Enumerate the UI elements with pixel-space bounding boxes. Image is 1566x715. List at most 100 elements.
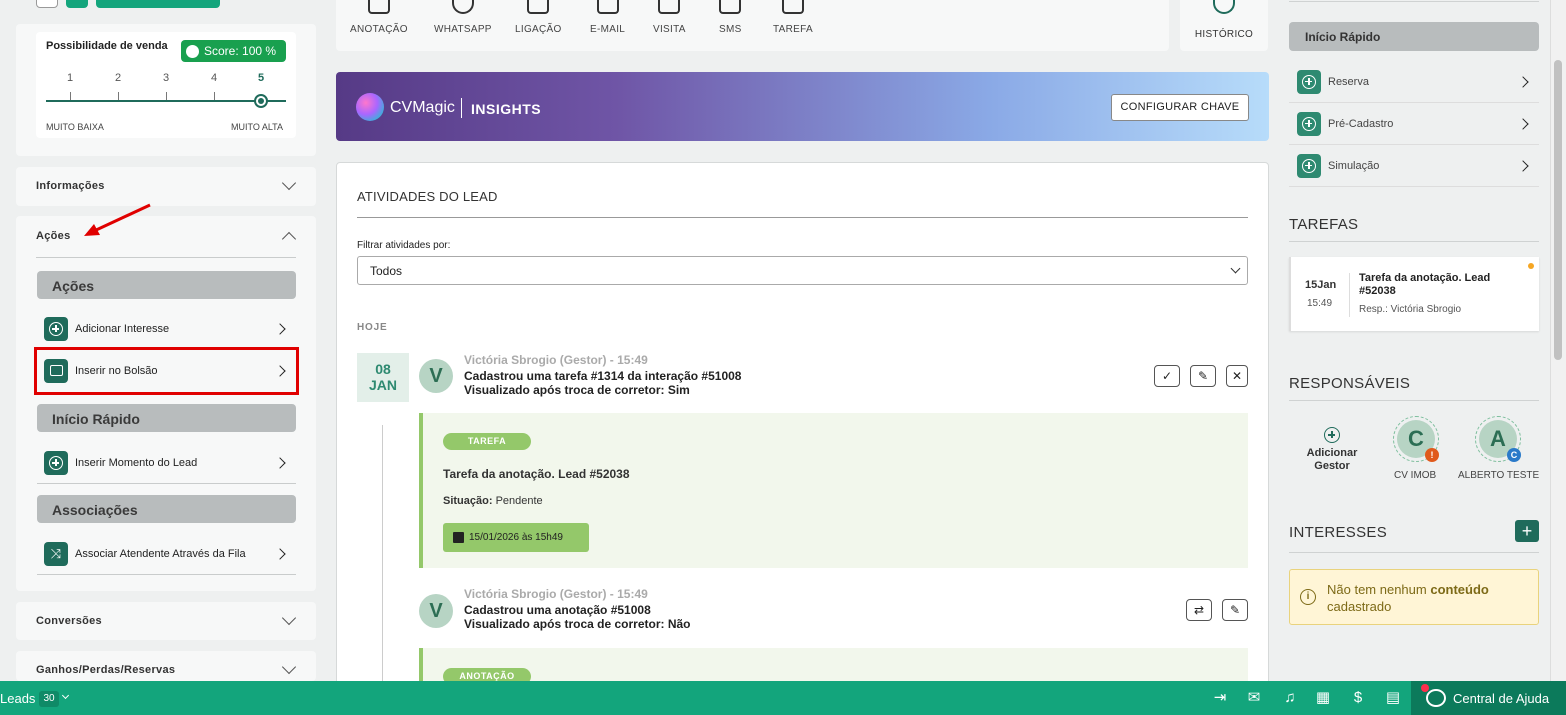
smile-icon xyxy=(186,44,199,58)
tool-whatsapp[interactable]: WHATSAPP xyxy=(434,0,492,35)
pre-cadastro-action[interactable]: Pré-Cadastro xyxy=(1289,103,1539,145)
chevron-right-icon xyxy=(274,457,286,469)
annotation-arrow xyxy=(84,203,151,236)
history-label: HISTÓRICO xyxy=(1194,29,1254,40)
assoc-attendant-action[interactable]: ⤨ Associar Atendente Através da Fila xyxy=(37,534,296,575)
cvmagic-logo-icon xyxy=(356,93,384,121)
history-button[interactable]: HISTÓRICO xyxy=(1180,0,1268,51)
task-due-badge: 15/01/2026 às 15h49 xyxy=(443,523,589,552)
filter-select[interactable]: Todos xyxy=(357,256,1248,285)
mail-star-icon[interactable]: ✉ xyxy=(1245,690,1263,706)
scale-2: 2 xyxy=(115,72,122,84)
calculator-icon[interactable]: ▤ xyxy=(1384,690,1402,706)
close-button[interactable]: ✕ xyxy=(1226,365,1248,387)
edit-button[interactable]: ✎ xyxy=(1222,599,1248,621)
group-acoes-header: Ações xyxy=(37,271,296,299)
responsible-name-alberto: ALBERTO TESTE xyxy=(1458,470,1540,481)
exit-icon[interactable]: ⇥ xyxy=(1211,690,1229,706)
low-label: MUITO BAIXA xyxy=(46,122,104,132)
envelope-icon xyxy=(596,0,619,14)
chevron-down-icon xyxy=(281,175,297,191)
chat-icon xyxy=(719,0,742,14)
tool-email[interactable]: E-MAIL xyxy=(590,0,625,35)
score-badge: Score: 100 % xyxy=(181,40,286,62)
add-interest-button[interactable]: + xyxy=(1515,520,1539,542)
leads-label[interactable]: Leads xyxy=(0,691,35,706)
group-assoc-header: Associações xyxy=(37,495,296,523)
leads-count[interactable]: 30 xyxy=(39,691,59,707)
repeat-button[interactable]: ⇄ xyxy=(1186,599,1212,621)
activity2-line1: Cadastrou uma anotação #51008 xyxy=(464,603,651,617)
scale-thumb[interactable] xyxy=(254,94,268,108)
c-badge-icon: C xyxy=(1507,448,1521,462)
dollar-icon[interactable]: $ xyxy=(1349,690,1367,706)
no-interest-text-b: conteúdo xyxy=(1430,582,1489,597)
calendar-icon xyxy=(453,532,464,543)
chevron-right-icon xyxy=(274,323,286,335)
chevron-up-icon[interactable] xyxy=(281,231,297,247)
task-tag: TAREFA xyxy=(443,433,531,450)
responsibles-title: RESPONSÁVEIS xyxy=(1289,375,1411,392)
tool-visit[interactable]: VISITA xyxy=(653,0,686,35)
tool-sms[interactable]: SMS xyxy=(719,0,742,35)
tasks-title: TAREFAS xyxy=(1289,216,1359,233)
check-button[interactable]: ✓ xyxy=(1154,365,1180,387)
score-label: Score: 100 % xyxy=(204,44,277,58)
calendar-icon[interactable]: ▦ xyxy=(1314,690,1332,706)
cvmagic-banner: CVMagic INSIGHTS CONFIGURAR CHAVE xyxy=(336,72,1269,141)
tool-task[interactable]: TAREFA xyxy=(773,0,813,35)
insert-moment-action[interactable]: Inserir Momento do Lead xyxy=(37,443,296,484)
help-label: Central de Ajuda xyxy=(1453,691,1550,706)
chat-icon xyxy=(1426,689,1446,707)
task-status-value: Pendente xyxy=(495,495,543,507)
plus-circle-icon xyxy=(1324,427,1340,443)
chevron-right-icon xyxy=(1517,159,1529,172)
task-item[interactable]: 15Jan 15:49 Tarefa da anotação. Lead #52… xyxy=(1289,257,1539,331)
help-center-button[interactable]: Central de Ajuda xyxy=(1411,681,1566,715)
interests-title: INTERESSES xyxy=(1289,524,1388,541)
chevron-down-icon xyxy=(1230,263,1241,274)
task-status-label: Situação: xyxy=(443,495,493,507)
plus-circle-icon xyxy=(1297,111,1321,136)
high-label: MUITO ALTA xyxy=(231,122,284,132)
reserva-action[interactable]: Reserva xyxy=(1289,61,1539,103)
task-title: Tarefa da anotação. Lead #52038 xyxy=(443,467,630,481)
edit-button[interactable]: ✎ xyxy=(1190,365,1216,387)
simulacao-action[interactable]: Simulação xyxy=(1289,145,1539,187)
sale-possibility-card: Possibilidade de venda Score: 100 % 1 2 … xyxy=(16,24,316,156)
chevron-right-icon xyxy=(274,548,286,560)
responsible-avatar-cv[interactable]: C ! xyxy=(1393,416,1439,462)
avatar: V xyxy=(419,359,453,393)
add-interest-action[interactable]: Adicionar Interesse xyxy=(37,309,296,350)
scrollbar-thumb[interactable] xyxy=(1554,60,1562,360)
gains-section[interactable]: Ganhos/Perdas/Reservas xyxy=(16,651,316,681)
highlight-box xyxy=(34,347,299,395)
activity1-line1: Cadastrou uma tarefa #1314 da interação … xyxy=(464,369,742,383)
chevron-down-icon[interactable] xyxy=(61,691,70,700)
activities-panel: ATIVIDADES DO LEAD Filtrar atividades po… xyxy=(336,162,1269,693)
filter-label: Filtrar atividades por: xyxy=(357,240,451,251)
add-interest-label: Adicionar Interesse xyxy=(75,323,170,335)
task-text: Tarefa da anotação. Lead #52038 xyxy=(1359,272,1491,297)
tool-call[interactable]: LIGAÇÃO xyxy=(515,0,562,35)
responsible-avatar-alberto[interactable]: A C xyxy=(1475,416,1521,462)
note-icon xyxy=(367,0,390,14)
activity1-author: Victória Sbrogio (Gestor) - 15:49 xyxy=(464,353,648,367)
quick-start-header: Início Rápido xyxy=(1289,22,1539,51)
info-section[interactable]: Informações xyxy=(16,167,316,206)
cvmagic-brand: CVMagic xyxy=(390,99,455,116)
scale-track[interactable] xyxy=(46,100,286,102)
group-quick-header: Início Rápido xyxy=(37,404,296,432)
responsible-name-cv: CV IMOB xyxy=(1394,470,1437,481)
add-manager-button[interactable]: Adicionar Gestor xyxy=(1289,417,1375,491)
conversions-section[interactable]: Conversões xyxy=(16,602,316,640)
date-month: JAN xyxy=(368,377,397,393)
actions-label[interactable]: Ações xyxy=(36,230,71,242)
simulacao-label: Simulação xyxy=(1328,159,1380,172)
plus-circle-icon xyxy=(1297,69,1321,94)
history-icon xyxy=(1213,0,1235,14)
task-time: 15:49 xyxy=(1307,298,1333,309)
configure-key-button[interactable]: CONFIGURAR CHAVE xyxy=(1111,94,1249,121)
bell-icon[interactable]: ♫ xyxy=(1281,690,1299,706)
tool-annotation[interactable]: ANOTAÇÃO xyxy=(350,0,408,35)
